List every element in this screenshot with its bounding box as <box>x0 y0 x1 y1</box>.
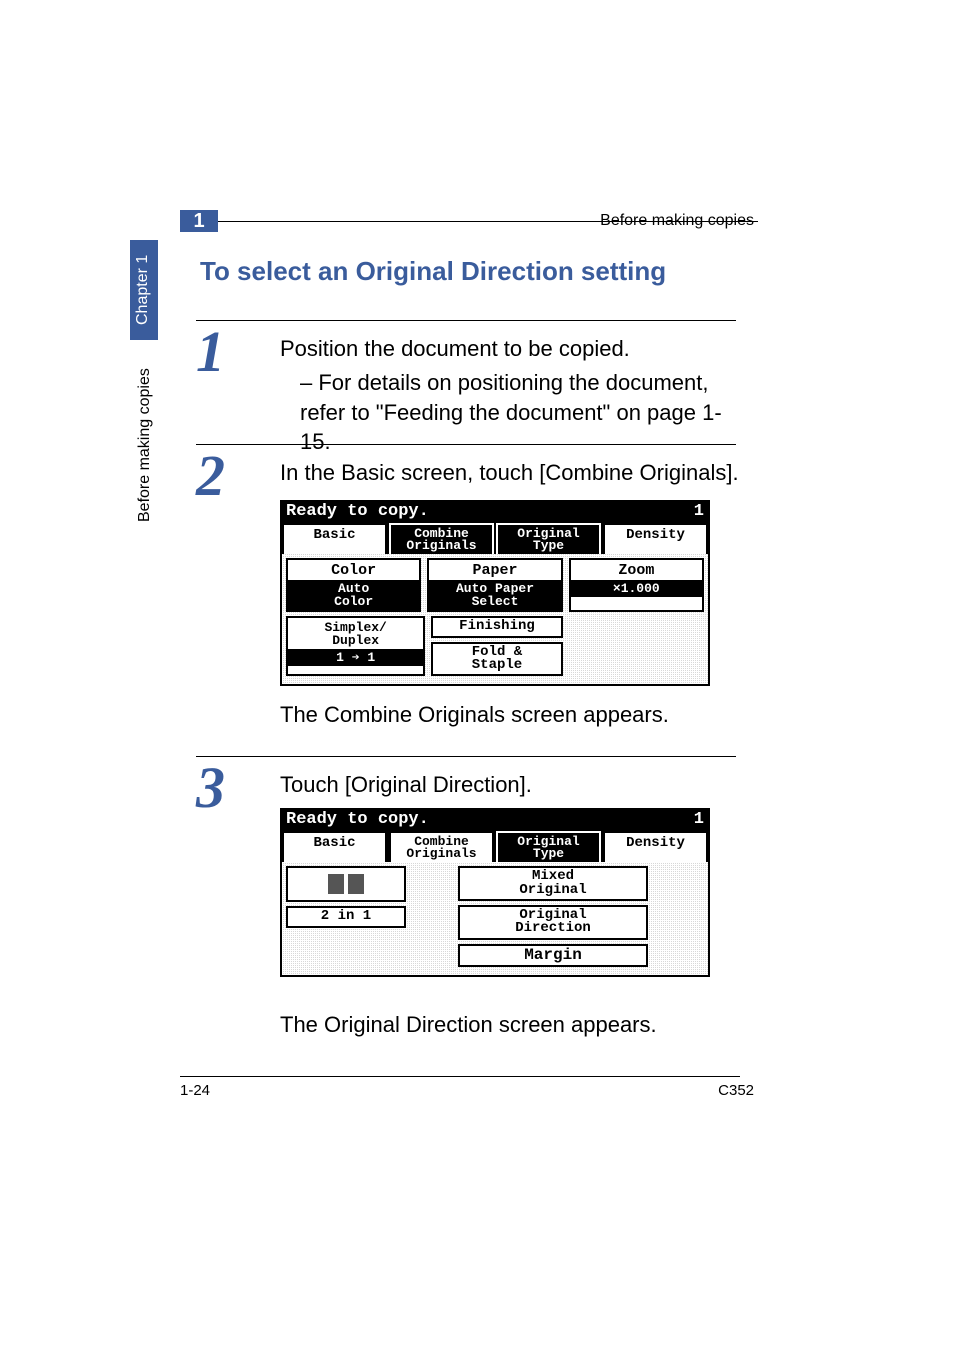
paper-label: Paper <box>472 562 517 579</box>
model-number: C352 <box>718 1082 754 1099</box>
step-2-text: In the Basic screen, touch [Combine Orig… <box>280 458 740 488</box>
color-value: AutoColor <box>288 580 419 610</box>
step-num-2: 2 <box>196 442 225 509</box>
tab-combine-originals-2[interactable]: CombineOriginals <box>389 831 494 862</box>
paper-value: Auto PaperSelect <box>429 580 560 610</box>
cell-finishing[interactable]: Finishing <box>431 616 562 637</box>
lcd1-status: Ready to copy. <box>286 502 429 521</box>
cell-empty <box>569 616 704 676</box>
page-icon <box>328 874 344 894</box>
chapter-mark: 1 <box>180 210 218 232</box>
spacer <box>412 866 452 966</box>
btn-margin[interactable]: Margin <box>458 944 648 967</box>
step-num-3: 3 <box>196 754 225 821</box>
btn-2in1[interactable]: 2 in 1 <box>286 906 406 927</box>
page-number: 1-24 <box>180 1082 210 1099</box>
lcd-screenshot-1: Ready to copy. 1 Basic CombineOriginals … <box>280 500 710 686</box>
simplex-label: Simplex/Duplex <box>290 621 421 647</box>
zoom-value: ×1.000 <box>571 580 702 597</box>
cell-color[interactable]: Color AutoColor <box>286 558 421 612</box>
tab-density-2[interactable]: Density <box>603 831 708 862</box>
lcd-screenshot-2: Ready to copy. 1 Basic CombineOriginals … <box>280 808 710 977</box>
tab-basic[interactable]: Basic <box>282 523 387 554</box>
btn-original-direction[interactable]: OriginalDirection <box>458 905 648 940</box>
lcd2-page: 1 <box>694 810 704 829</box>
section-heading: To select an Original Direction setting <box>200 256 666 287</box>
step-num-1: 1 <box>196 318 225 385</box>
zoom-label: Zoom <box>618 562 654 579</box>
simplex-value: 1 ➔ 1 <box>288 649 423 666</box>
lcd2-status: Ready to copy. <box>286 810 429 829</box>
btn-mixed-original[interactable]: MixedOriginal <box>458 866 648 901</box>
cell-fold-staple[interactable]: Fold &Staple <box>431 642 562 677</box>
step-3-after: The Original Direction screen appears. <box>280 1010 740 1040</box>
tab-basic-2[interactable]: Basic <box>282 831 387 862</box>
step-3-text: Touch [Original Direction]. <box>280 770 740 800</box>
tab-original-type-2[interactable]: OriginalType <box>496 831 601 862</box>
footer-rule <box>180 1076 740 1077</box>
page-icon <box>348 874 364 894</box>
cell-zoom[interactable]: Zoom ×1.000 <box>569 558 704 612</box>
layout-icon-2in1 <box>286 866 406 902</box>
color-label: Color <box>331 562 376 579</box>
side-tab-chapter: Chapter 1 <box>130 240 158 340</box>
running-title: Before making copies <box>600 212 754 230</box>
cell-simplex[interactable]: Simplex/Duplex 1 ➔ 1 <box>286 616 425 676</box>
step-1-text: Position the document to be copied. <box>280 334 740 364</box>
cell-paper[interactable]: Paper Auto PaperSelect <box>427 558 562 612</box>
tab-combine-originals[interactable]: CombineOriginals <box>389 523 494 554</box>
lcd1-page: 1 <box>694 502 704 521</box>
step-2-after: The Combine Originals screen appears. <box>280 700 740 730</box>
side-tab-section: Before making copies <box>132 345 156 545</box>
spacer <box>654 866 704 966</box>
tab-density[interactable]: Density <box>603 523 708 554</box>
tab-original-type[interactable]: OriginalType <box>496 523 601 554</box>
